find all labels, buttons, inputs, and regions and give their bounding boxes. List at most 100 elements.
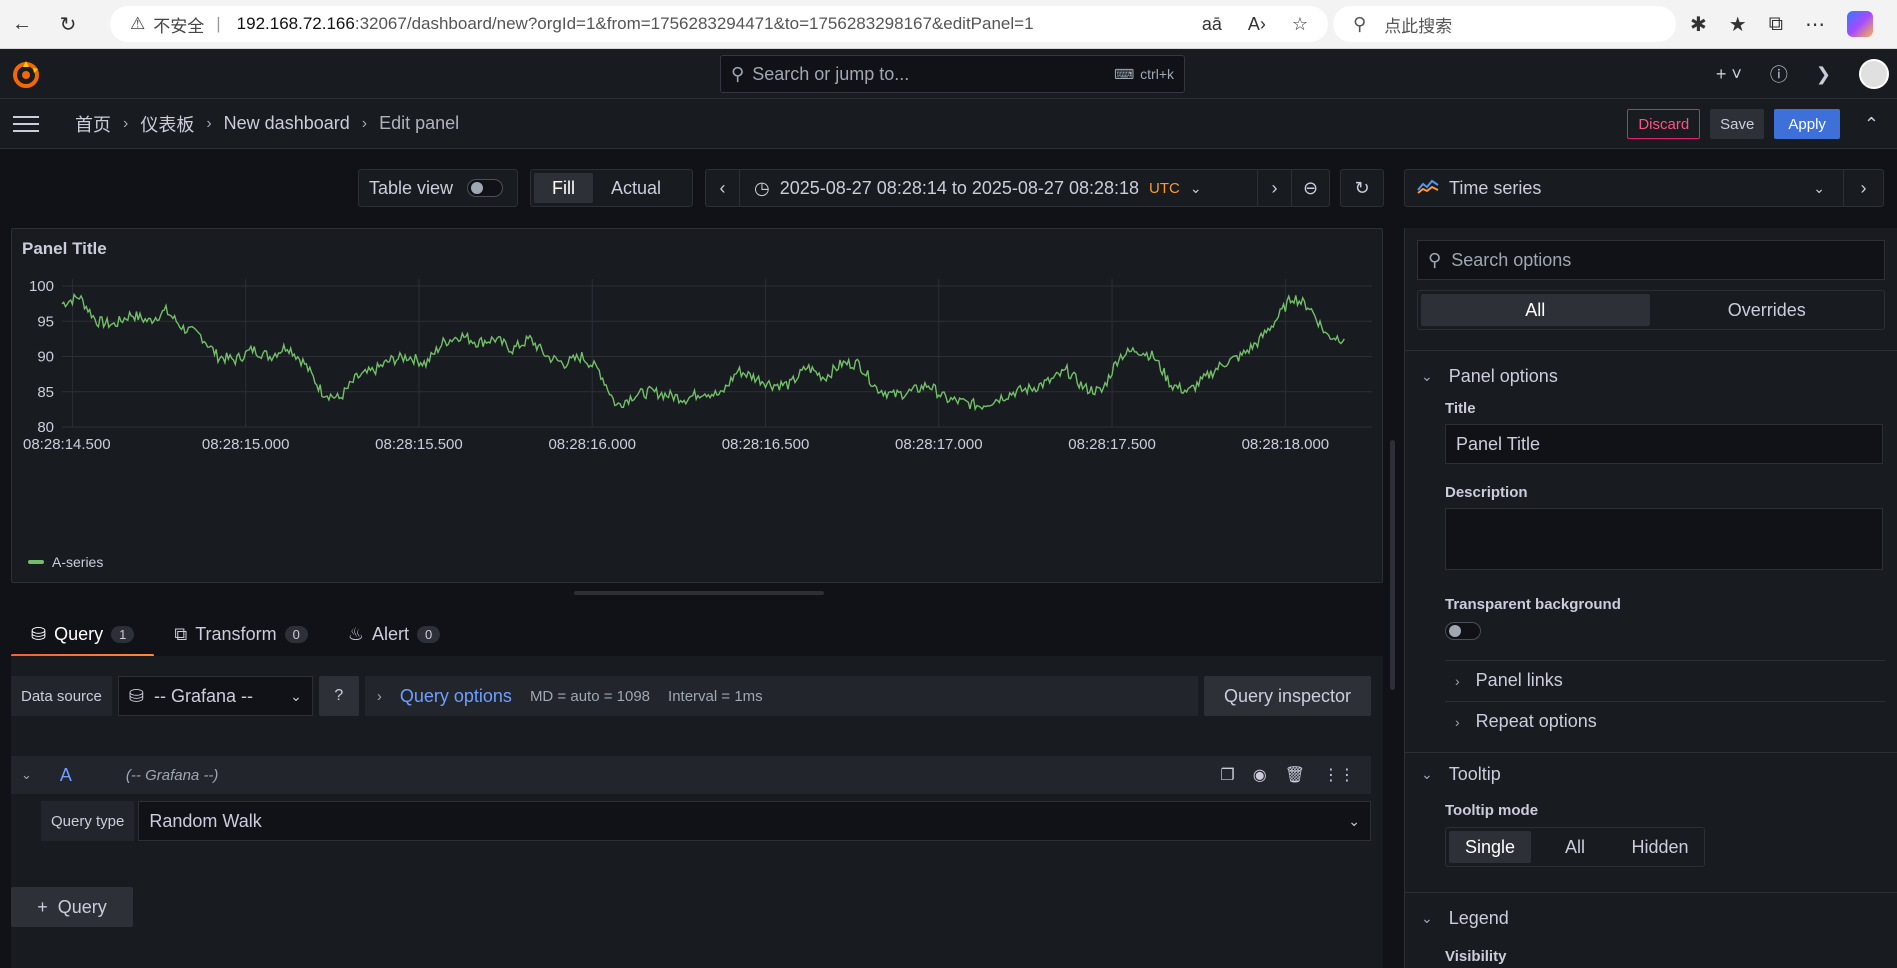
drag-handle-icon[interactable]: ⋮⋮ — [1323, 765, 1355, 785]
duplicate-icon[interactable]: ❐ — [1220, 765, 1234, 785]
url-separator: | — [216, 14, 221, 33]
timezone-badge: UTC — [1149, 179, 1180, 197]
title-label: Title — [1445, 400, 1476, 417]
actual-option[interactable]: Actual — [593, 173, 679, 203]
favorites-icon[interactable]: ★ — [1729, 12, 1747, 37]
section-repeat-options[interactable]: › Repeat options — [1445, 701, 1885, 741]
y-tick-label: 80 — [37, 419, 54, 436]
query-name[interactable]: A — [60, 765, 72, 786]
top-right-actions: + ˅ ⓘ ❯ — [1716, 49, 1897, 99]
time-range-button[interactable]: ◷ 2025-08-27 08:28:14 to 2025-08-27 08:2… — [740, 178, 1257, 199]
eye-icon[interactable]: ◉ — [1253, 765, 1267, 785]
tab-transform[interactable]: ⧉ Transform 0 — [154, 613, 327, 655]
url-host: 192.168.72.166 — [236, 14, 355, 33]
description-input[interactable] — [1445, 508, 1883, 570]
address-bar-icons: aā A› ☆ — [1202, 6, 1308, 42]
favorite-star-icon[interactable]: ☆ — [1292, 14, 1308, 35]
help-icon[interactable]: ? — [318, 676, 359, 716]
query-type-select[interactable]: Random Walk ⌄ — [138, 801, 1371, 841]
section-panel-links[interactable]: › Panel links — [1445, 660, 1885, 700]
add-query-button[interactable]: + Query — [11, 887, 133, 927]
trash-icon[interactable]: 🗑 — [1285, 765, 1305, 785]
add-query-label: Query — [57, 896, 107, 917]
menu-icon[interactable] — [13, 115, 39, 132]
refresh-button[interactable]: ↻ — [1340, 169, 1384, 207]
options-search-placeholder: Search options — [1451, 249, 1572, 270]
breadcrumb-home[interactable]: 首页 — [75, 111, 111, 137]
chevron-right-icon[interactable]: › — [1257, 170, 1291, 206]
options-pane: ⚲ Search options All Overrides ⌄ Panel o… — [1404, 228, 1897, 968]
query-type-row: Query type Random Walk ⌄ — [41, 801, 1371, 841]
database-icon: ⛁ — [128, 685, 144, 706]
fill-option[interactable]: Fill — [534, 173, 593, 203]
transparent-background-toggle[interactable] — [1445, 622, 1481, 640]
tab-alert[interactable]: ♨ Alert 0 — [328, 613, 460, 655]
extensions-icon[interactable]: ✱ — [1690, 12, 1707, 37]
section-panel-links-label: Panel links — [1475, 670, 1563, 690]
more-icon[interactable]: ⋯ — [1805, 12, 1825, 37]
save-button[interactable]: Save — [1710, 109, 1765, 139]
tab-overrides[interactable]: Overrides — [1653, 294, 1882, 326]
avatar[interactable] — [1859, 59, 1889, 89]
tooltip-mode-single[interactable]: Single — [1449, 831, 1531, 863]
y-tick-label: 100 — [29, 278, 54, 295]
apply-button[interactable]: Apply — [1774, 109, 1840, 139]
scrollbar[interactable] — [1390, 440, 1395, 690]
section-legend[interactable]: ⌄ Legend — [1405, 898, 1897, 938]
tooltip-mode-hidden[interactable]: Hidden — [1619, 831, 1701, 863]
legend-item-a-series[interactable]: A-series — [52, 554, 103, 570]
query-inspector-button[interactable]: Query inspector — [1203, 676, 1371, 716]
search-input[interactable]: ⚲ Search or jump to... ⌨ ctrl+k — [720, 55, 1185, 93]
grafana-logo-icon[interactable] — [12, 61, 40, 89]
chevron-left-icon[interactable]: ‹ — [706, 170, 740, 206]
x-tick-label: 08:28:15.000 — [202, 436, 290, 453]
search-placeholder: Search or jump to... — [752, 63, 910, 84]
time-range-text: 2025-08-27 08:28:14 to 2025-08-27 08:28:… — [779, 177, 1140, 198]
read-aloud-icon[interactable]: A› — [1248, 14, 1266, 35]
chevron-up-icon[interactable]: ⌃ — [1864, 114, 1879, 135]
time-series-chart: 80 85 90 95 100 08:28:14.500 08:28:15.000 08:28… — [23, 278, 1372, 453]
chevron-right-icon[interactable]: › — [1843, 170, 1883, 206]
discard-button[interactable]: Discard — [1627, 109, 1701, 139]
tooltip-mode-all[interactable]: All — [1534, 831, 1616, 863]
section-panel-options-label: Panel options — [1448, 365, 1558, 386]
chevron-right-icon: › — [361, 114, 368, 132]
chevron-down-icon: ⌄ — [1421, 765, 1433, 782]
collections-icon[interactable]: ⧉ — [1769, 13, 1783, 36]
visualization-picker[interactable]: Time series ⌄ › — [1404, 169, 1884, 207]
breadcrumb-dashboard[interactable]: New dashboard — [224, 113, 350, 134]
section-panel-options[interactable]: ⌄ Panel options — [1405, 356, 1897, 396]
translate-icon[interactable]: aā — [1202, 14, 1222, 35]
copilot-icon[interactable] — [1846, 11, 1873, 37]
help-icon[interactable]: ⓘ — [1770, 61, 1788, 87]
shortcut-hint: ⌨ ctrl+k — [1114, 66, 1174, 83]
section-tooltip[interactable]: ⌄ Tooltip — [1405, 752, 1897, 796]
search-icon: ⚲ — [1428, 249, 1442, 270]
add-new-icon[interactable]: + ˅ — [1716, 64, 1742, 85]
tab-all[interactable]: All — [1421, 294, 1650, 326]
legend-swatch — [28, 560, 44, 564]
zoom-out-icon[interactable]: ⊖ — [1291, 170, 1329, 206]
reload-icon[interactable]: ↻ — [50, 6, 86, 42]
tab-alert-count: 0 — [416, 625, 441, 643]
back-icon[interactable]: ← — [4, 6, 40, 42]
options-search-input[interactable]: ⚲ Search options — [1417, 240, 1885, 280]
data-source-select[interactable]: ⛁ -- Grafana -- ⌄ — [117, 676, 313, 716]
panel-resize-handle[interactable] — [574, 591, 824, 595]
table-view-toggle[interactable]: Table view — [358, 169, 518, 207]
address-bar[interactable]: ⚠ 不安全 | 192.168.72.166:32067/dashboard/n… — [110, 6, 1328, 42]
toggle-switch[interactable] — [467, 179, 504, 197]
query-options[interactable]: › Query options MD = auto = 1098 Interva… — [364, 676, 1198, 716]
tab-query[interactable]: ⛁ Query 1 — [11, 613, 155, 657]
chevron-right-icon: › — [1455, 672, 1460, 689]
transform-icon: ⧉ — [174, 623, 188, 644]
news-rss-icon[interactable]: ❯ — [1816, 64, 1831, 85]
query-datasource: (-- Grafana --) — [125, 766, 219, 784]
browser-right-icons: ✱ ★ ⧉ ⋯ — [1690, 6, 1873, 42]
chevron-down-icon[interactable]: ⌄ — [21, 767, 32, 783]
browser-search-placeholder: 点此搜索 — [1384, 16, 1453, 36]
breadcrumb-dashboards[interactable]: 仪表板 — [140, 111, 194, 137]
search-icon: ⚲ — [731, 63, 745, 84]
browser-search-box[interactable]: ⚲ 点此搜索 — [1333, 6, 1676, 42]
title-input[interactable]: Panel Title — [1445, 424, 1883, 464]
